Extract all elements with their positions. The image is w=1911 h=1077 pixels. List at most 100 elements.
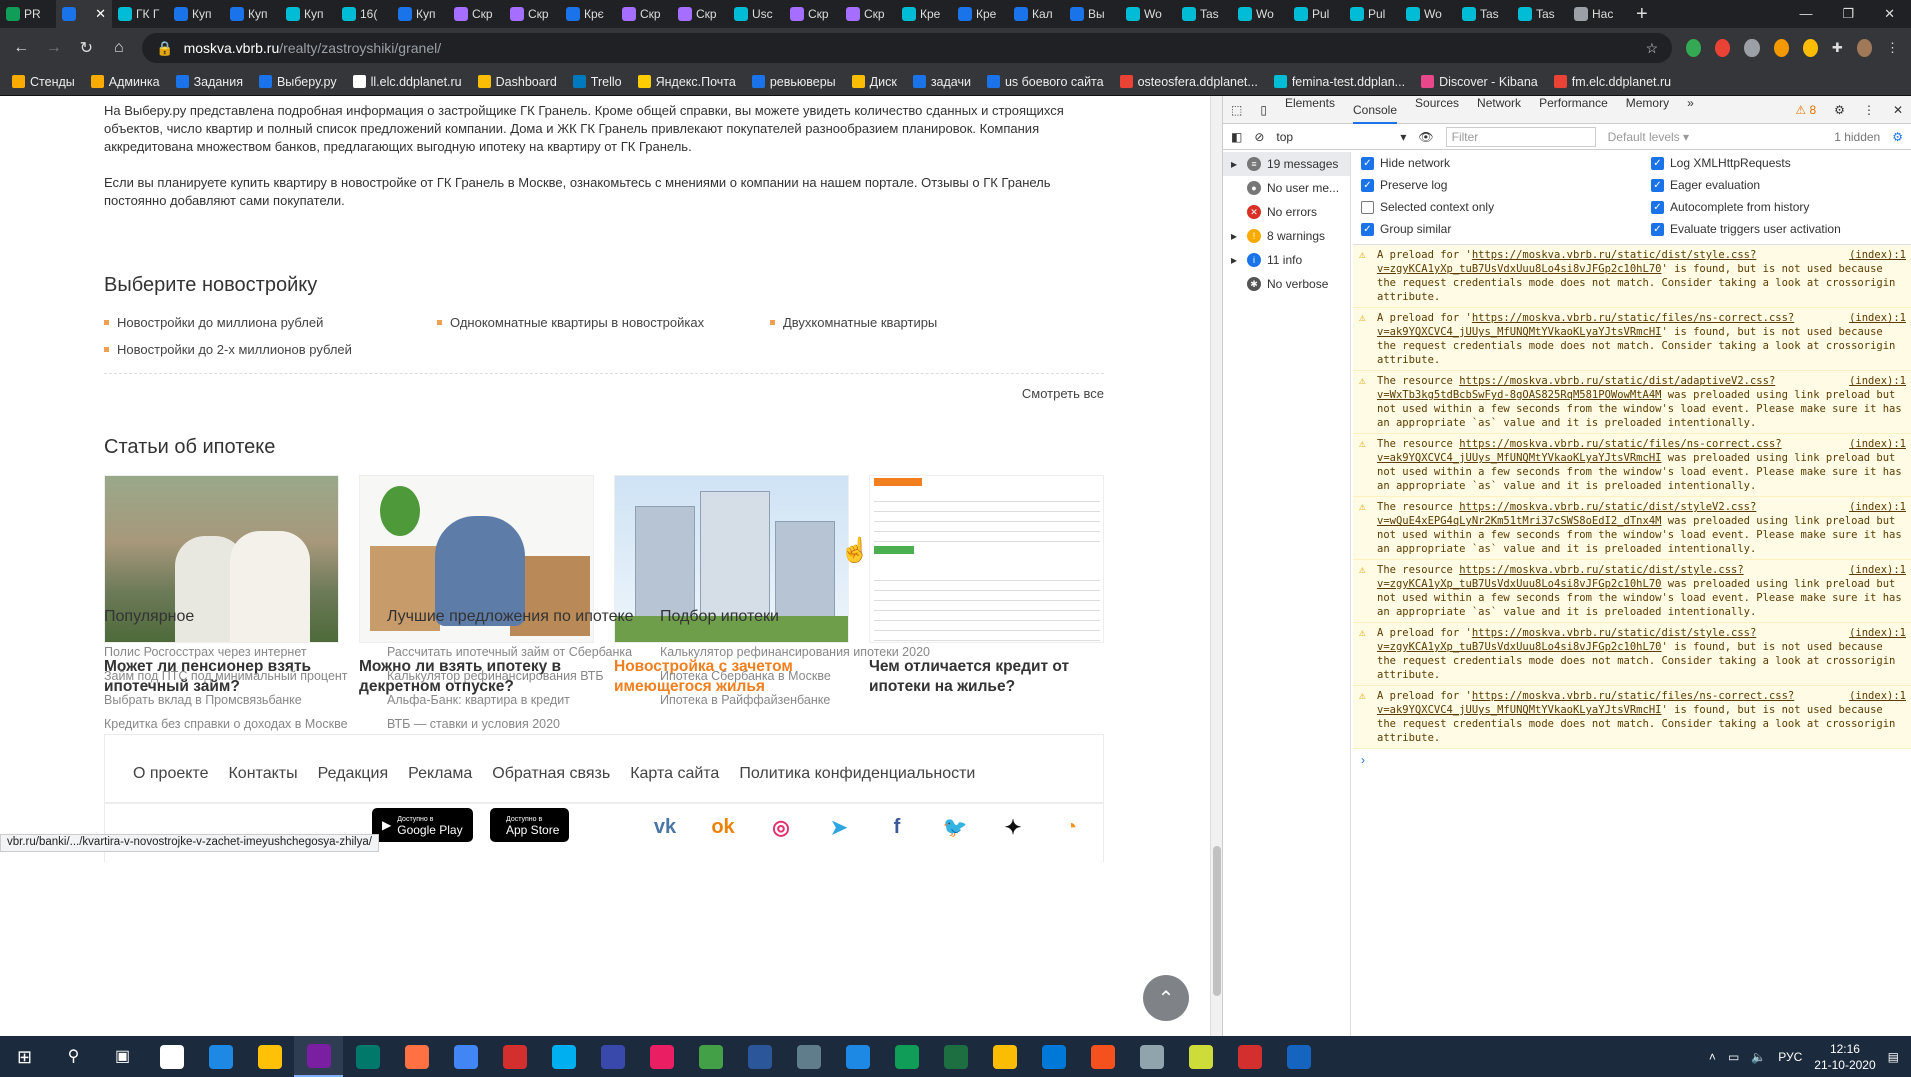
eye-icon[interactable]: 👁 xyxy=(1418,130,1433,144)
checkbox[interactable]: ✓ xyxy=(1361,178,1374,192)
warnings-count[interactable]: ⚠ 8 xyxy=(1795,103,1816,117)
new-tab-button[interactable]: + xyxy=(1624,3,1660,26)
taskbar-app-icon[interactable] xyxy=(588,1036,637,1077)
console-setting-checkbox[interactable]: ✓ Preserve log xyxy=(1361,178,1651,192)
taskbar-app-icon[interactable] xyxy=(686,1036,735,1077)
footer-nav-link[interactable]: Политика конфиденциальности xyxy=(739,765,975,783)
settings-gear-icon[interactable]: ⚙ xyxy=(1834,103,1845,117)
see-all-link[interactable]: Смотреть все xyxy=(104,386,1104,401)
column-link[interactable]: Калькулятор рефинансирования ипотеки 202… xyxy=(660,640,960,664)
telegram-icon[interactable]: ➤ xyxy=(824,812,854,842)
bookmark-item[interactable]: задачи xyxy=(912,75,971,89)
console-setting-checkbox[interactable]: Selected context only xyxy=(1361,200,1651,214)
checkbox[interactable] xyxy=(1361,200,1374,214)
minimize-button[interactable]: — xyxy=(1799,6,1812,22)
forward-icon[interactable]: → xyxy=(45,39,64,57)
bookmark-item[interactable]: Задания xyxy=(175,75,243,89)
browser-tab[interactable]: Tas xyxy=(1176,0,1232,28)
extension-icon[interactable] xyxy=(1773,39,1789,57)
scrollbar-thumb[interactable] xyxy=(1213,846,1221,996)
browser-tab[interactable]: Скр xyxy=(784,0,840,28)
browser-tab[interactable]: ГК Г xyxy=(112,0,168,28)
sidebar-toggle-icon[interactable]: ◧ xyxy=(1231,130,1242,144)
browser-tab[interactable]: ✕ xyxy=(56,0,112,28)
bookmark-item[interactable]: ревьюверы xyxy=(751,75,836,89)
console-setting-checkbox[interactable]: ✓ Evaluate triggers user activation xyxy=(1651,222,1911,236)
browser-tab[interactable]: Скр xyxy=(616,0,672,28)
browser-tab[interactable]: Wo xyxy=(1232,0,1288,28)
bookmark-item[interactable]: Discover - Kibana xyxy=(1421,75,1538,89)
filter-input[interactable]: Filter xyxy=(1445,126,1596,147)
app-store-badge[interactable]: Доступно в App Store xyxy=(490,808,570,842)
checkbox[interactable]: ✓ xyxy=(1651,156,1664,170)
browser-tab[interactable]: Скр xyxy=(504,0,560,28)
console-settings-icon[interactable]: ⚙ xyxy=(1892,130,1903,144)
taskbar-app-icon[interactable] xyxy=(980,1036,1029,1077)
taskbar-app-icon[interactable] xyxy=(1225,1036,1274,1077)
vk-icon[interactable]: vk xyxy=(650,812,680,842)
message-source-link[interactable]: (index):1 xyxy=(1849,437,1906,451)
column-link[interactable]: Калькулятор рефинансирования ВТБ xyxy=(387,664,660,688)
message-source-link[interactable]: (index):1 xyxy=(1849,626,1906,640)
notifications-icon[interactable]: ▤ xyxy=(1888,1050,1899,1064)
column-link[interactable]: Займ под ПТС под минимальный процент xyxy=(104,664,387,688)
facebook-icon[interactable]: f xyxy=(882,812,912,842)
footer-nav-link[interactable]: О проекте xyxy=(133,765,208,783)
google-play-badge[interactable]: ▶ Доступно в Google Play xyxy=(372,808,473,842)
column-link[interactable]: Полис Росгосстрах через интернет xyxy=(104,640,387,664)
taskbar-app-icon[interactable] xyxy=(735,1036,784,1077)
rss-icon[interactable]: ◔ xyxy=(1056,812,1086,842)
lock-icon[interactable]: 🔒 xyxy=(156,40,173,57)
home-icon[interactable]: ⌂ xyxy=(110,39,129,57)
scroll-to-top-button[interactable]: ⌃ xyxy=(1143,975,1189,1021)
expand-arrow-icon[interactable]: ▸ xyxy=(1231,157,1241,171)
devtools-tab[interactable]: Elements xyxy=(1285,96,1335,124)
footer-nav-link[interactable]: Обратная связь xyxy=(492,765,610,783)
message-source-link[interactable]: (index):1 xyxy=(1849,563,1906,577)
console-setting-checkbox[interactable]: ✓ Log XMLHttpRequests xyxy=(1651,156,1911,170)
footer-nav-link[interactable]: Реклама xyxy=(408,765,472,783)
browser-tab[interactable]: Tas xyxy=(1512,0,1568,28)
devtools-tab[interactable]: Console xyxy=(1352,96,1398,124)
console-filter-item[interactable]: ✱ No verbose xyxy=(1223,272,1350,296)
checkbox[interactable]: ✓ xyxy=(1651,200,1664,214)
taskbar-app-icon[interactable] xyxy=(1176,1036,1225,1077)
more-icon[interactable]: ⋮ xyxy=(1863,103,1875,117)
taskbar-app-icon[interactable] xyxy=(196,1036,245,1077)
taskbar-app-icon[interactable] xyxy=(245,1036,294,1077)
profile-avatar[interactable] xyxy=(1856,39,1872,57)
bookmark-item[interactable]: Диск xyxy=(851,75,897,89)
browser-tab[interactable]: Pul xyxy=(1288,0,1344,28)
extension-icon[interactable] xyxy=(1802,39,1818,57)
bookmark-item[interactable]: Dashboard xyxy=(477,75,557,89)
checkbox[interactable]: ✓ xyxy=(1651,178,1664,192)
extensions-puzzle-icon[interactable]: ✚ xyxy=(1832,40,1843,56)
taskbar-app-icon[interactable] xyxy=(1078,1036,1127,1077)
back-icon[interactable]: ← xyxy=(12,39,31,57)
browser-tab[interactable]: Куп xyxy=(392,0,448,28)
column-link[interactable]: Выбрать вклад в Промсвязьбанке xyxy=(104,688,387,712)
expand-arrow-icon[interactable]: ▸ xyxy=(1231,229,1241,243)
maximize-button[interactable]: ❐ xyxy=(1842,6,1854,22)
taskbar-app-icon[interactable] xyxy=(147,1036,196,1077)
volume-icon[interactable]: 🔈 xyxy=(1751,1050,1766,1064)
browser-tab[interactable]: Скр xyxy=(840,0,896,28)
browser-tab[interactable]: Скр xyxy=(672,0,728,28)
bookmark-item[interactable]: Выберу.ру xyxy=(258,75,337,89)
footer-nav-link[interactable]: Контакты xyxy=(228,765,297,783)
column-link[interactable]: Ипотека Сбербанка в Москве xyxy=(660,664,960,688)
taskbar-app-icon[interactable] xyxy=(882,1036,931,1077)
instagram-icon[interactable]: ◎ xyxy=(766,812,796,842)
devtools-tab[interactable]: Performance xyxy=(1539,96,1608,124)
footer-nav-link[interactable]: Редакция xyxy=(318,765,389,783)
message-source-link[interactable]: (index):1 xyxy=(1849,311,1906,325)
taskbar-app-icon[interactable] xyxy=(343,1036,392,1077)
console-filter-item[interactable]: ▸! 8 warnings xyxy=(1223,224,1350,248)
bookmark-item[interactable]: ll.elc.ddplanet.ru xyxy=(352,75,462,89)
search-icon[interactable]: ⚲ xyxy=(49,1036,98,1077)
browser-tab[interactable]: Wo xyxy=(1400,0,1456,28)
device-toggle-icon[interactable]: ▯ xyxy=(1260,103,1267,117)
task-view-icon[interactable]: ▣ xyxy=(98,1036,147,1077)
close-icon[interactable]: ✕ xyxy=(95,6,106,22)
browser-tab[interactable]: Tas xyxy=(1456,0,1512,28)
